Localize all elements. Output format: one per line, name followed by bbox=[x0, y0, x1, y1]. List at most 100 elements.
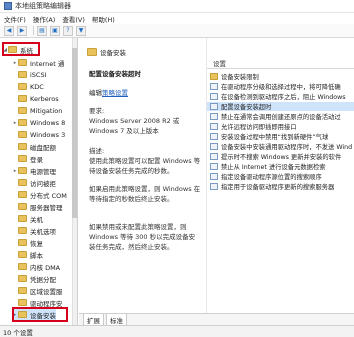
properties-icon[interactable]: ▣ bbox=[50, 25, 60, 36]
tree-node[interactable]: 服务器管理 bbox=[12, 201, 63, 212]
settings-list[interactable]: 设置 设备安装限制 在驱动程序分级和选择过程中，将可降低确 在设备检测到驱动程序… bbox=[206, 38, 354, 313]
tree-node[interactable]: 区域设置服 bbox=[12, 285, 63, 296]
edit-policy-line: 编辑策略设置 bbox=[89, 89, 128, 97]
toolbar-divider bbox=[33, 26, 34, 35]
menu-file[interactable]: 文件(F) bbox=[4, 14, 26, 24]
folder-icon bbox=[18, 71, 27, 78]
folder-icon bbox=[18, 167, 27, 174]
folder-icon bbox=[18, 59, 27, 66]
tree-node[interactable]: 脚本 bbox=[12, 249, 43, 260]
policy-setting-icon bbox=[210, 113, 218, 120]
folder-icon bbox=[87, 48, 97, 56]
tree-node[interactable]: 内核 DMA bbox=[12, 261, 60, 272]
folder-icon bbox=[18, 299, 27, 306]
show-hide-tree-icon[interactable]: ▤ bbox=[37, 25, 47, 36]
description-label: 描述: bbox=[89, 147, 105, 155]
folder-icon bbox=[18, 203, 27, 210]
forward-icon[interactable]: ▶ bbox=[17, 25, 27, 36]
settings-row[interactable]: 允许远程访问即插即用接口 bbox=[207, 122, 354, 131]
tree-node[interactable]: 分布式 COM bbox=[12, 189, 67, 200]
menu-help[interactable]: 帮助(H) bbox=[92, 14, 115, 24]
tree-node[interactable]: ▸ Windows 8 bbox=[12, 117, 65, 128]
policy-setting-icon bbox=[210, 183, 218, 190]
folder-icon bbox=[18, 227, 27, 234]
setting-title: 配置设备安装超时 bbox=[89, 70, 141, 78]
tree-node[interactable]: Mitigation bbox=[12, 105, 62, 116]
folder-icon bbox=[18, 275, 27, 282]
policy-setting-icon bbox=[210, 173, 218, 180]
tree-node[interactable]: 恢复 bbox=[12, 237, 43, 248]
status-bar: 10 个设置 bbox=[0, 325, 354, 337]
enabled-text: 如果启用此策略设置，则 Windows 在等待指定的秒数后终止安装。 bbox=[89, 185, 201, 203]
tree-node[interactable]: 凭据分配 bbox=[12, 273, 56, 284]
gpedit-app-icon bbox=[4, 2, 12, 10]
policy-setting-icon bbox=[210, 143, 218, 150]
requirements-text: Windows Server 2008 R2 或 Windows 7 及以上版本 bbox=[89, 117, 180, 135]
folder-icon bbox=[18, 155, 27, 162]
tree-scrollbar[interactable] bbox=[72, 38, 77, 325]
title-bar: 本地组策略编辑器 bbox=[0, 0, 354, 13]
highlight-box-system bbox=[2, 42, 40, 56]
folder-icon bbox=[18, 95, 27, 102]
settings-row[interactable]: 在驱动程序分级和选择过程中，将可降低确 bbox=[207, 82, 354, 91]
menu-view[interactable]: 查看(V) bbox=[62, 14, 85, 24]
policy-setting-icon bbox=[210, 153, 218, 160]
folder-icon bbox=[18, 131, 27, 138]
tree-node[interactable]: ▸ 电源管理 bbox=[12, 165, 56, 176]
tree-node[interactable]: 访问被拒 bbox=[12, 177, 56, 188]
folder-icon bbox=[18, 239, 27, 246]
tree-scrollbar-thumb[interactable] bbox=[72, 48, 77, 218]
settings-row[interactable]: 指定用于设备驱动程序更新的搜索服务器 bbox=[207, 182, 354, 191]
tree-node[interactable]: 关机 bbox=[12, 213, 43, 224]
back-icon[interactable]: ◀ bbox=[4, 25, 14, 36]
requirements-label: 要求: bbox=[89, 107, 105, 115]
settings-row[interactable]: 禁止在通常会调用创建还原点的设备活动过 bbox=[207, 112, 354, 121]
filter-icon[interactable]: ▼ bbox=[76, 25, 86, 36]
settings-row[interactable]: 安装设备过程中禁用“找到新硬件”气球 bbox=[207, 132, 354, 141]
column-header-setting[interactable]: 设置 bbox=[207, 58, 354, 69]
highlight-box-device-installation bbox=[12, 307, 68, 322]
folder-icon bbox=[18, 251, 27, 258]
policy-setting-icon bbox=[210, 93, 218, 100]
settings-row[interactable]: 提示时不搜索 Windows 更新并安装的软件 bbox=[207, 152, 354, 161]
tree-node[interactable]: ▸ Internet 通 bbox=[12, 57, 64, 68]
policy-setting-icon bbox=[210, 163, 218, 170]
help-icon[interactable]: ? bbox=[63, 25, 73, 36]
folder-icon bbox=[18, 287, 27, 294]
edit-policy-link[interactable]: 策略设置 bbox=[102, 89, 128, 97]
policy-setting-icon bbox=[210, 133, 218, 140]
disabled-text: 如果禁用或未配置此策略设置，则 Windows 等待 300 秒以完成设备安装任… bbox=[89, 223, 196, 251]
folder-icon bbox=[18, 107, 27, 114]
tree-node[interactable]: 关机选项 bbox=[12, 225, 56, 236]
policy-setting-icon bbox=[210, 123, 218, 130]
tree-node[interactable]: KDC bbox=[12, 81, 44, 92]
pane-header: 设备安装 bbox=[79, 46, 206, 58]
settings-row[interactable]: 在设备检测到驱动程序之后，阻止 Windows bbox=[207, 92, 354, 101]
policy-setting-icon bbox=[210, 83, 218, 90]
menu-bar: 文件(F) 操作(A) 查看(V) 帮助(H) bbox=[0, 13, 354, 24]
tree-node[interactable]: 磁盘配额 bbox=[12, 141, 56, 152]
settings-row[interactable]: 指定设备驱动程序源位置的搜索顺序 bbox=[207, 172, 354, 181]
folder-icon bbox=[18, 191, 27, 198]
description-pane: 设备安装 配置设备安装超时 编辑策略设置 要求: Windows Server … bbox=[79, 38, 206, 313]
tree-node[interactable]: Kerberos bbox=[12, 93, 59, 104]
window-title: 本地组策略编辑器 bbox=[15, 2, 71, 10]
view-tabs: 扩展 标准 bbox=[79, 313, 354, 327]
tree-node[interactable]: Windows 3 bbox=[12, 129, 65, 140]
status-text: 10 个设置 bbox=[3, 328, 33, 337]
tree-node[interactable]: 登录 bbox=[12, 153, 43, 164]
settings-row[interactable]: 设备安装中安装通用驱动程序时，不发送 Wind bbox=[207, 142, 354, 151]
policy-tree[interactable]: ◢ 系统 ▸ Internet 通 iSCSI KDC Kerberos Miti… bbox=[0, 38, 78, 325]
folder-icon bbox=[18, 179, 27, 186]
menu-action[interactable]: 操作(A) bbox=[33, 14, 56, 24]
toolbar: ◀ ▶ ▤ ▣ ? ▼ bbox=[0, 24, 354, 38]
folder-icon bbox=[18, 119, 27, 126]
folder-icon bbox=[210, 73, 218, 80]
folder-icon bbox=[18, 83, 27, 90]
settings-row[interactable]: 禁止从 Internet 进行设备元数据检索 bbox=[207, 162, 354, 171]
settings-folder-row[interactable]: 设备安装限制 bbox=[207, 72, 354, 81]
settings-row-selected[interactable]: 配置设备安装超时 bbox=[207, 102, 354, 111]
tree-node[interactable]: iSCSI bbox=[12, 69, 47, 80]
folder-icon bbox=[18, 143, 27, 150]
folder-icon bbox=[18, 263, 27, 270]
